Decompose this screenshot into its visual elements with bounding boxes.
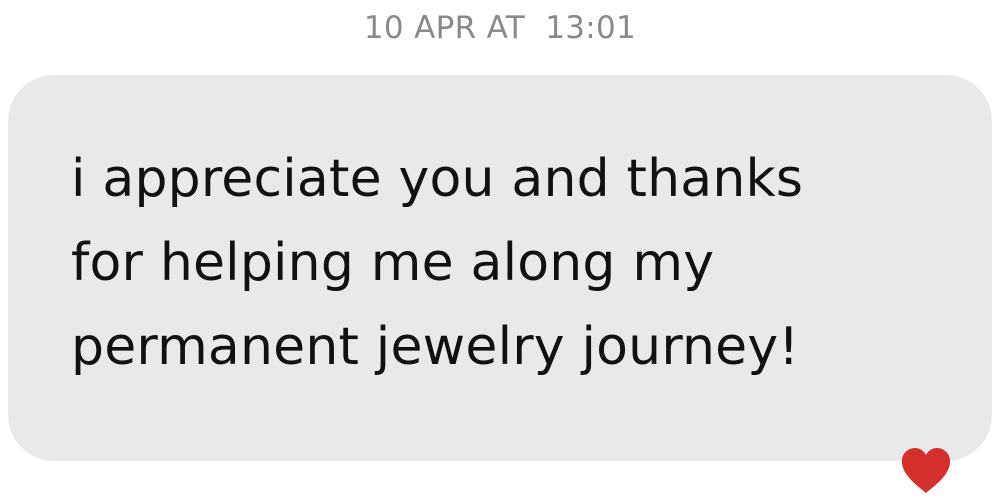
message-text: i appreciate you and thanks for helping … <box>71 137 971 389</box>
message-line: for helping me along my <box>71 233 715 293</box>
heart-reaction[interactable] <box>900 447 952 495</box>
message-line: i appreciate you and thanks <box>71 149 804 209</box>
chat-thread: 10 APR AT 13:01 i appreciate you and tha… <box>0 0 1000 500</box>
message-bubble[interactable]: i appreciate you and thanks for helping … <box>8 75 992 461</box>
message-timestamp: 10 APR AT 13:01 <box>363 10 637 46</box>
heart-icon <box>901 448 951 493</box>
message-line: permanent jewelry journey! <box>71 317 800 377</box>
